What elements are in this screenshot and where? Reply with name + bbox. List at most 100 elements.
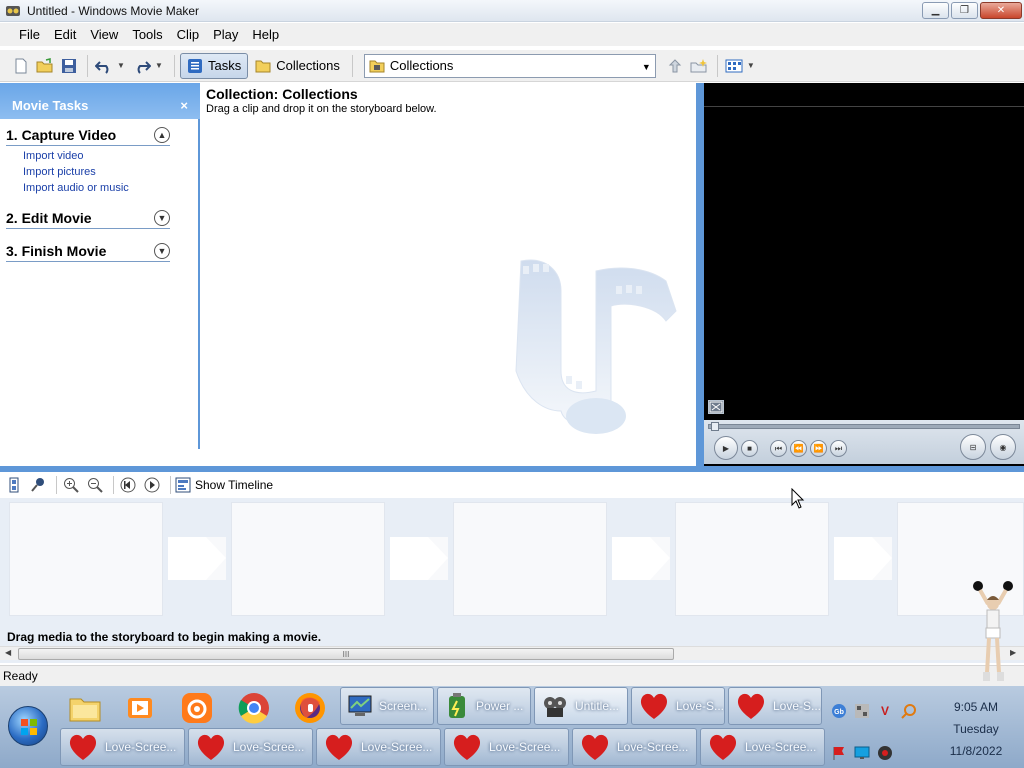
previous-frame-button[interactable]: ⏮ <box>770 440 787 457</box>
collection-contents-pane[interactable]: Collection: Collections Drag a clip and … <box>201 83 696 466</box>
storyboard-scrollbar[interactable]: ◀ III ▶ <box>0 646 1024 660</box>
toolbar-separator <box>87 54 88 77</box>
storyboard-transition-slot[interactable] <box>390 537 448 580</box>
pinned-chrome[interactable] <box>229 689 279 727</box>
storyboard-transition-slot[interactable] <box>612 537 670 580</box>
menu-play[interactable]: Play <box>206 25 245 44</box>
fullscreen-button[interactable] <box>708 400 724 414</box>
redo-dropdown-icon[interactable]: ▼ <box>155 61 165 70</box>
views-button[interactable] <box>723 55 745 77</box>
menu-edit[interactable]: Edit <box>47 25 83 44</box>
storyboard-clip-slot[interactable] <box>231 502 385 616</box>
redo-icon <box>137 60 151 74</box>
taskbar-clock[interactable]: 9:05 AM Tuesday 11/8/2022 <box>928 696 1024 762</box>
split-clip-button[interactable]: ⊟ <box>960 434 986 460</box>
close-button[interactable]: ✕ <box>980 2 1022 19</box>
pinned-media-player[interactable] <box>115 689 165 727</box>
transition-arrow-icon <box>168 537 226 580</box>
menu-help[interactable]: Help <box>245 25 286 44</box>
next-frame-button[interactable]: ⏭ <box>830 440 847 457</box>
up-level-button[interactable] <box>664 55 686 77</box>
storyboard-clip-slot[interactable] <box>9 502 163 616</box>
play-storyboard-button[interactable] <box>142 475 162 495</box>
menu-file[interactable]: File <box>12 25 47 44</box>
storyboard-transition-slot[interactable] <box>168 537 226 580</box>
dancer-mascot-icon[interactable] <box>968 578 1018 686</box>
collection-dropdown[interactable]: Collections ▼ <box>363 53 656 78</box>
open-project-button[interactable] <box>34 55 56 77</box>
taskbar-button-power[interactable]: Power ... <box>437 687 531 725</box>
show-timeline-button[interactable]: Show Timeline <box>175 477 273 493</box>
import-pictures-link[interactable]: Import pictures <box>23 166 170 178</box>
task-header-finish-movie[interactable]: 3. Finish Movie ▼ <box>6 243 170 262</box>
scrollbar-thumb[interactable]: III <box>18 648 674 660</box>
taskbar-button-love-screen[interactable]: Love-Scree... <box>188 728 313 766</box>
pinned-firefox[interactable] <box>285 689 335 727</box>
search-tray-icon[interactable] <box>900 702 918 720</box>
network-tray-icon[interactable]: Gb <box>830 702 848 720</box>
flag-tray-icon[interactable] <box>830 744 848 762</box>
narrate-button[interactable] <box>28 475 48 495</box>
rewind-storyboard-button[interactable] <box>118 475 138 495</box>
menu-view[interactable]: View <box>83 25 125 44</box>
zoom-out-button[interactable] <box>85 475 105 495</box>
scroll-left-icon[interactable]: ◀ <box>5 648 11 657</box>
task-header-edit-movie[interactable]: 2. Edit Movie ▼ <box>6 210 170 229</box>
tasks-toggle-button[interactable]: Tasks <box>180 52 249 79</box>
heart-icon <box>325 734 353 760</box>
expand-chevron-down-icon[interactable]: ▼ <box>154 243 170 259</box>
stop-button[interactable]: ■ <box>741 440 758 457</box>
start-button[interactable] <box>8 706 48 746</box>
storyboard[interactable]: Drag media to the storyboard to begin ma… <box>0 498 1024 663</box>
minimize-button[interactable]: ▁ <box>922 2 949 19</box>
rewind-button[interactable]: ⏪ <box>790 440 807 457</box>
play-button[interactable]: ▶ <box>714 436 738 460</box>
taskbar-label: Love-Scree... <box>361 740 433 754</box>
task-header-capture-video[interactable]: 1. Capture Video ▲ <box>6 127 170 146</box>
take-picture-button[interactable]: ◉ <box>990 434 1016 460</box>
taskbar-button-love-screen[interactable]: Love-S... <box>728 687 822 725</box>
storyboard-transition-slot[interactable] <box>834 537 892 580</box>
storyboard-clip-slot[interactable] <box>453 502 607 616</box>
save-project-button[interactable] <box>58 55 80 77</box>
pinned-uc-browser[interactable] <box>172 689 222 727</box>
import-video-link[interactable]: Import video <box>23 150 170 162</box>
svg-text:Gb: Gb <box>834 709 844 716</box>
preview-splitter[interactable] <box>696 83 704 466</box>
expand-chevron-down-icon[interactable]: ▼ <box>154 210 170 226</box>
undo-button[interactable] <box>93 55 115 77</box>
taskbar-button-love-screen[interactable]: Love-Scree... <box>316 728 441 766</box>
taskbar-label: Love-Scree... <box>489 740 561 754</box>
fast-forward-button[interactable]: ⏩ <box>810 440 827 457</box>
taskbar-button-love-screen[interactable]: Love-Scree... <box>444 728 569 766</box>
taskbar-button-love-screen[interactable]: Love-S... <box>631 687 725 725</box>
undo-dropdown-icon[interactable]: ▼ <box>117 61 127 70</box>
new-collection-button[interactable] <box>688 55 710 77</box>
menu-clip[interactable]: Clip <box>170 25 206 44</box>
taskbar-button-love-screen[interactable]: Love-Scree... <box>60 728 185 766</box>
display-tray-icon[interactable] <box>853 744 871 762</box>
taskbar-button-love-screen[interactable]: Love-Scree... <box>700 728 825 766</box>
views-dropdown-icon[interactable]: ▼ <box>747 61 757 70</box>
app-tray-icon[interactable] <box>853 702 871 720</box>
seek-thumb[interactable] <box>711 422 719 431</box>
import-audio-link[interactable]: Import audio or music <box>23 182 170 194</box>
maximize-button[interactable]: ❐ <box>951 2 978 19</box>
storyboard-clip-slot[interactable] <box>675 502 829 616</box>
redo-button[interactable] <box>131 55 153 77</box>
close-pane-icon[interactable]: × <box>180 98 188 113</box>
collection-film-icon <box>369 60 385 72</box>
taskbar-button-love-screen[interactable]: Love-Scree... <box>572 728 697 766</box>
pinned-file-explorer[interactable] <box>60 689 110 727</box>
menu-tools[interactable]: Tools <box>125 25 169 44</box>
collections-toggle-button[interactable]: Collections <box>248 53 347 79</box>
volume-tray-icon[interactable] <box>876 744 894 762</box>
seek-bar[interactable] <box>708 422 1020 431</box>
new-project-button[interactable] <box>10 55 32 77</box>
vivaldi-tray-icon[interactable]: V <box>876 702 894 720</box>
taskbar-button-movie-maker[interactable]: Untitle... <box>534 687 628 725</box>
video-effects-button[interactable] <box>4 475 24 495</box>
taskbar-button-screen[interactable]: Screen... <box>340 687 434 725</box>
zoom-in-button[interactable] <box>61 475 81 495</box>
collapse-chevron-up-icon[interactable]: ▲ <box>154 127 170 143</box>
